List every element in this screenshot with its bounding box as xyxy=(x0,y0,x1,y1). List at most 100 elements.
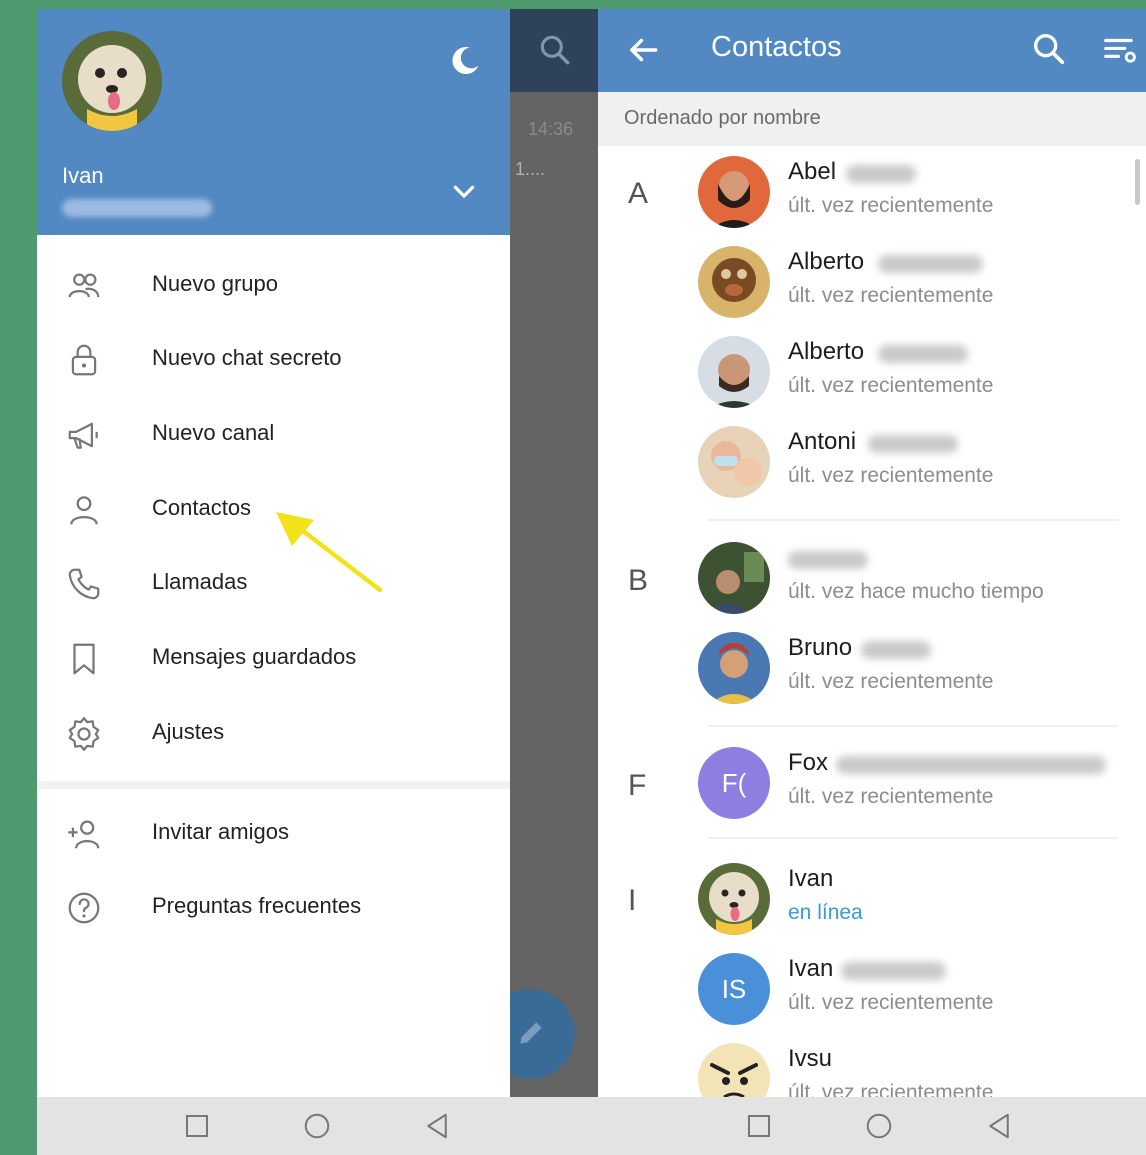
contact-status: últ. vez recientemente xyxy=(788,991,994,1014)
avatar xyxy=(698,542,770,614)
back-arrow-icon[interactable] xyxy=(624,31,662,69)
menu-item-label: Ajustes xyxy=(152,719,225,744)
menu-item-invitar-amigos[interactable]: Invitar amigos xyxy=(37,797,510,871)
dog-photo-avatar xyxy=(698,863,770,935)
contact-status: últ. vez recientemente xyxy=(788,194,994,217)
home-icon[interactable] xyxy=(302,1111,332,1141)
menu-item-label: Llamadas xyxy=(152,569,248,594)
avatar-initials: F( xyxy=(698,747,770,819)
menu-item-label: Nuevo chat secreto xyxy=(152,345,342,370)
menu-item-mensajes-guardados[interactable]: Mensajes guardados xyxy=(37,622,510,696)
contact-name: Fox xyxy=(788,749,829,776)
contacts-header: Contactos xyxy=(598,9,1146,92)
section-separator xyxy=(708,837,1118,839)
contact-row[interactable]: Alberto últ. vez recientemente xyxy=(696,239,1136,329)
drawer-header: Ivan xyxy=(37,9,510,235)
blurred-surname xyxy=(868,435,958,453)
contact-row[interactable]: Antoni últ. vez recientemente xyxy=(696,419,1136,509)
menu-item-label: Contactos xyxy=(152,495,252,520)
contact-row[interactable]: Ivan en línea xyxy=(696,856,1136,946)
chat-list-background: 14:36 1.... xyxy=(485,9,598,1097)
avatar xyxy=(698,336,770,408)
contact-status: últ. vez recientemente xyxy=(788,785,994,808)
contact-row[interactable]: Alberto últ. vez recientemente xyxy=(696,329,1136,419)
recent-apps-icon[interactable] xyxy=(744,1111,774,1141)
avatar xyxy=(698,246,770,318)
chevron-down-icon[interactable] xyxy=(449,176,479,206)
sort-bar: Ordenado por nombre xyxy=(598,92,1146,146)
contact-name: Ivan xyxy=(788,955,834,982)
menu-item-preguntas-frecuentes[interactable]: Preguntas frecuentes xyxy=(37,871,510,945)
menu-item-label: Nuevo canal xyxy=(152,420,275,445)
contact-row[interactable]: Bruno últ. vez recientemente xyxy=(696,625,1136,715)
annotation-arrow xyxy=(276,512,383,593)
contact-photo xyxy=(698,426,770,498)
menu-divider xyxy=(37,781,510,789)
contact-status: últ. vez recientemente xyxy=(788,464,994,487)
avatar xyxy=(698,426,770,498)
blurred-surname xyxy=(846,165,916,183)
recent-apps-icon[interactable] xyxy=(182,1111,212,1141)
chat-list-header xyxy=(510,9,598,92)
blurred-surname xyxy=(861,641,931,659)
contact-name: Alberto xyxy=(788,338,865,365)
navigation-drawer: Ivan Nuevo grupo Nuevo chat secreto Nuev… xyxy=(37,9,510,1097)
system-nav-bar xyxy=(598,1097,1146,1155)
phone-icon xyxy=(68,568,100,600)
contact-row[interactable]: IS Ivan últ. vez recientemente xyxy=(696,946,1136,1036)
avatar[interactable] xyxy=(62,31,162,131)
back-nav-icon[interactable] xyxy=(984,1111,1014,1141)
menu-item-ajustes[interactable]: Ajustes xyxy=(37,697,510,771)
menu-item-label: Preguntas frecuentes xyxy=(152,893,362,918)
megaphone-icon xyxy=(68,422,98,449)
menu-item-nuevo-canal[interactable]: Nuevo canal xyxy=(37,398,510,472)
chat-time: 14:36 xyxy=(528,119,574,139)
dog-photo-avatar xyxy=(62,31,162,131)
sort-icon[interactable] xyxy=(1101,31,1139,69)
section-letter-a: A xyxy=(628,177,649,210)
bookmark-icon xyxy=(73,643,95,675)
avatar xyxy=(698,863,770,935)
blurred-surname xyxy=(878,255,983,273)
contact-name: Abel xyxy=(788,158,837,185)
contact-status: últ. vez recientemente xyxy=(788,670,994,693)
lock-icon xyxy=(71,344,97,376)
section-letter-b: B xyxy=(628,564,649,597)
group-icon xyxy=(68,273,100,298)
gear-icon xyxy=(68,717,100,751)
contact-photo xyxy=(698,336,770,408)
left-phone-screen: 14:36 1.... Ivan Nuevo grupo Nuevo chat … xyxy=(37,9,598,1155)
contact-row[interactable]: últ. vez hace mucho tiempo xyxy=(696,535,1136,625)
system-nav-bar xyxy=(37,1097,598,1155)
menu-item-nuevo-chat-secreto[interactable]: Nuevo chat secreto xyxy=(37,323,510,397)
section-letter-i: I xyxy=(628,884,637,917)
pencil-icon xyxy=(520,1022,542,1044)
home-icon[interactable] xyxy=(864,1111,894,1141)
search-icon[interactable] xyxy=(1029,29,1069,69)
avatar-initials: IS xyxy=(698,953,770,1025)
contact-status: últ. vez hace mucho tiempo xyxy=(788,580,1044,603)
contact-name: Ivan xyxy=(788,865,834,892)
contact-status: en línea xyxy=(788,901,863,924)
person-icon xyxy=(70,496,98,525)
sort-label: Ordenado por nombre xyxy=(624,107,821,129)
contact-row[interactable]: Abel últ. vez recientemente xyxy=(696,149,1136,239)
contact-name: Ivsu xyxy=(788,1045,833,1072)
menu-item-nuevo-grupo[interactable]: Nuevo grupo xyxy=(37,249,510,323)
user-phone-blurred xyxy=(62,199,212,217)
back-nav-icon[interactable] xyxy=(422,1111,452,1141)
contact-row[interactable]: F( Fox últ. vez recientemente xyxy=(696,740,1136,830)
menu-item-label: Invitar amigos xyxy=(152,819,289,844)
contact-photo xyxy=(698,632,770,704)
search-icon[interactable] xyxy=(536,31,574,69)
right-phone-screen: Contactos Ordenado por nombre A Abel últ… xyxy=(598,9,1146,1155)
user-name: Ivan xyxy=(62,163,104,188)
menu-item-label: Nuevo grupo xyxy=(152,271,278,296)
page-title: Contactos xyxy=(711,31,842,63)
avatar xyxy=(698,156,770,228)
moon-icon[interactable] xyxy=(447,43,483,79)
section-letter-f: F xyxy=(628,769,647,802)
add-person-icon xyxy=(68,820,100,849)
contact-photo xyxy=(698,156,770,228)
contact-status: últ. vez recientemente xyxy=(788,284,994,307)
